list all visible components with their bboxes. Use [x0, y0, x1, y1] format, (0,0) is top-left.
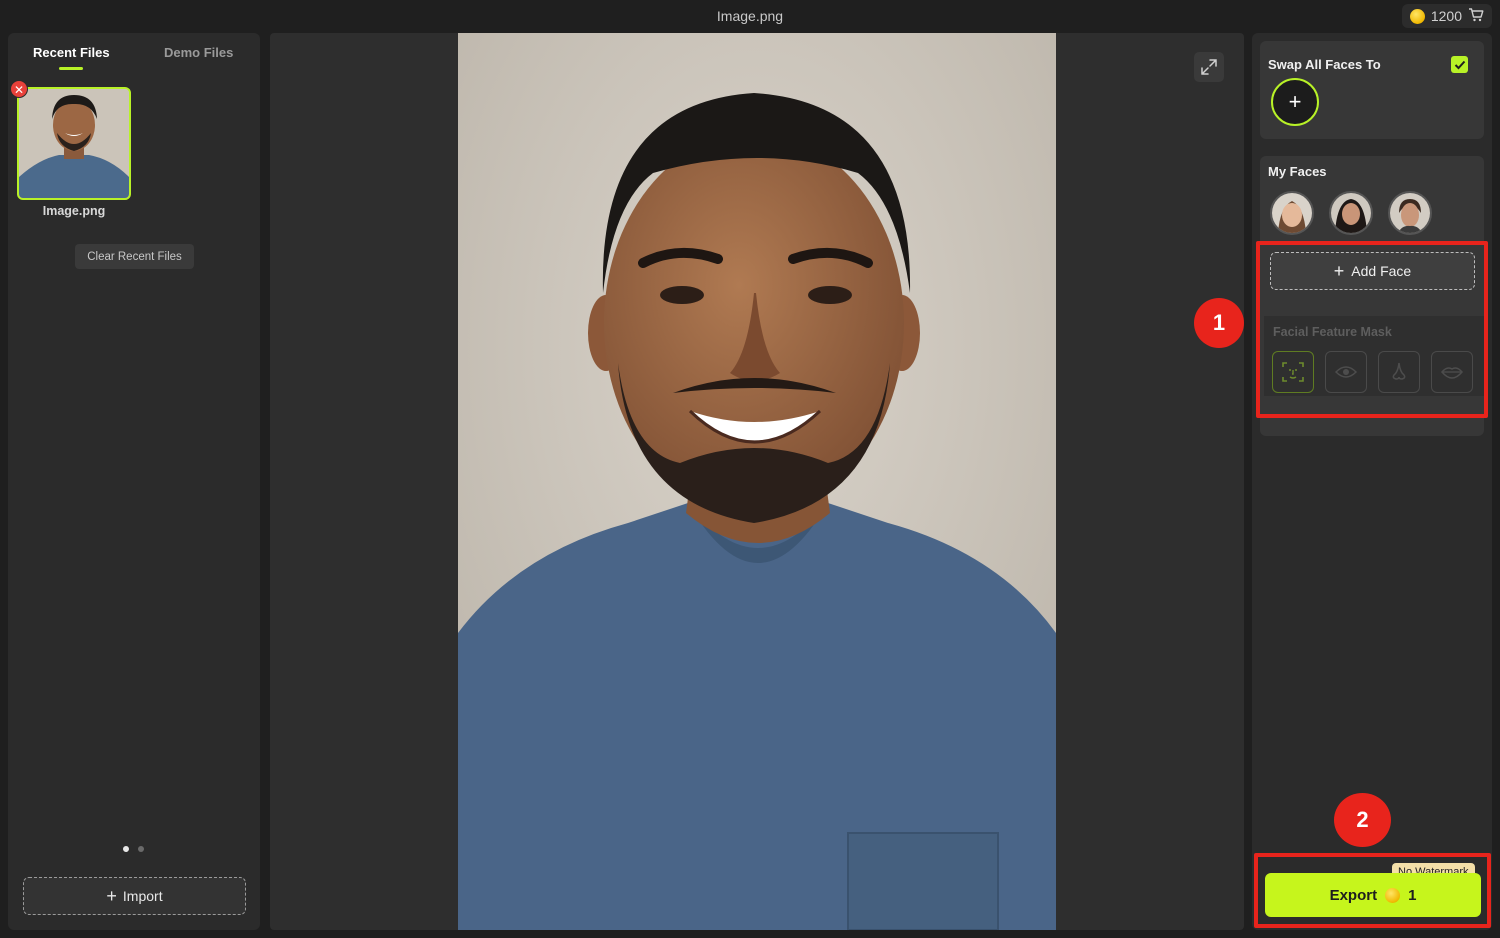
checkmark-icon — [1454, 60, 1465, 69]
plus-icon: + — [106, 886, 117, 906]
swap-all-title: Swap All Faces To — [1268, 57, 1381, 72]
add-target-face-button[interactable]: + — [1271, 78, 1319, 126]
window-title: Image.png — [716, 8, 784, 24]
highlight-box-2 — [1254, 853, 1491, 928]
annotation-marker-1: 1 — [1194, 298, 1244, 348]
tab-demo-files[interactable]: Demo Files — [164, 45, 233, 60]
face-avatar-2[interactable] — [1329, 191, 1373, 235]
annotation-marker-2: 2 — [1334, 793, 1391, 847]
preview-panel — [270, 33, 1244, 930]
preview-image — [458, 33, 1056, 930]
import-label: Import — [122, 888, 163, 904]
fullscreen-button[interactable] — [1194, 52, 1224, 82]
face-avatar-3[interactable] — [1388, 191, 1432, 235]
face-avatar-1[interactable] — [1270, 191, 1314, 235]
credits-badge[interactable]: 1200 — [1401, 4, 1492, 28]
my-faces-title: My Faces — [1268, 164, 1327, 179]
portrait-thumbnail-image — [19, 89, 129, 198]
left-panel: Recent Files Demo Files ✕ Image.png Clea… — [8, 33, 260, 930]
recent-file-thumbnail[interactable] — [17, 87, 131, 200]
pagination-dots — [123, 846, 144, 852]
expand-icon — [1201, 59, 1217, 75]
tab-active-indicator — [59, 67, 83, 70]
page-dot-2[interactable] — [138, 846, 144, 852]
page-dot-1[interactable] — [123, 846, 129, 852]
file-tabs: Recent Files Demo Files — [8, 45, 260, 75]
recent-file-name: Image.png — [42, 204, 106, 218]
swap-all-faces-card: Swap All Faces To + — [1260, 41, 1484, 139]
title-bar: Image.png 1200 — [0, 0, 1500, 32]
import-button[interactable]: + Import — [23, 877, 246, 915]
credit-balance: 1200 — [1430, 8, 1462, 24]
swap-all-checkbox[interactable] — [1451, 56, 1468, 73]
highlight-box-1 — [1256, 241, 1488, 418]
portrait-photo — [458, 33, 1056, 930]
remove-file-icon[interactable]: ✕ — [10, 80, 28, 98]
coin-icon — [1409, 8, 1425, 24]
clear-recent-files-button[interactable]: Clear Recent Files — [75, 244, 194, 269]
cart-icon[interactable] — [1468, 7, 1484, 25]
tab-recent-files[interactable]: Recent Files — [33, 45, 110, 60]
